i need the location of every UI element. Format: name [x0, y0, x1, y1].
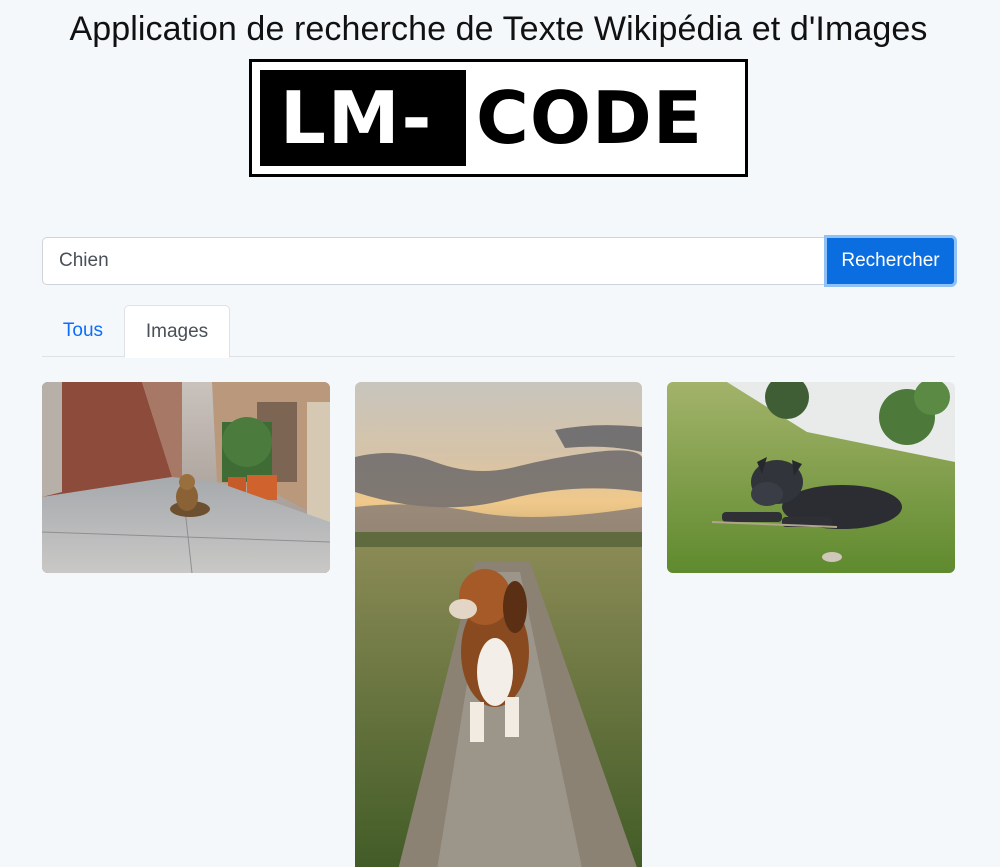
tab-all[interactable]: Tous: [42, 305, 124, 357]
image-result-2[interactable]: [355, 382, 642, 867]
beagle-image: [355, 382, 642, 867]
page-title: Application de recherche de Texte Wikipé…: [69, 10, 928, 48]
logo-text-left: LM-: [260, 70, 466, 166]
search-input[interactable]: [42, 237, 825, 285]
brand-logo: LM- CODE: [249, 59, 748, 177]
search-button[interactable]: Rechercher: [824, 235, 957, 287]
image-result-3[interactable]: [667, 382, 955, 573]
tab-images[interactable]: Images: [124, 305, 230, 358]
app-container: Application de recherche de Texte Wikipé…: [42, 0, 957, 867]
results-tabs: Tous Images: [42, 305, 955, 358]
search-bar: Rechercher: [42, 235, 957, 287]
image-result-1[interactable]: [42, 382, 330, 573]
alley-dog-image: [42, 382, 330, 573]
logo-text-right: CODE: [476, 76, 703, 160]
black-dog-image: [667, 382, 955, 573]
